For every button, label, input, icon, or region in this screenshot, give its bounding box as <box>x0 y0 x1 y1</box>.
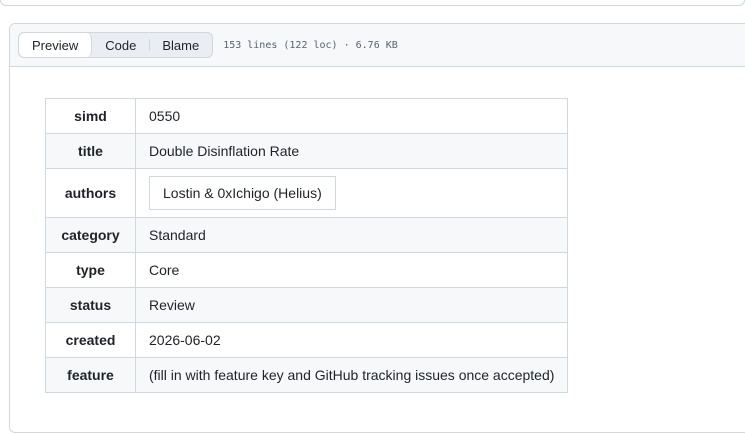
file-viewer: Preview Code Blame 153 lines (122 loc) ·… <box>9 23 745 433</box>
tab-preview[interactable]: Preview <box>19 33 93 57</box>
row-key: status <box>45 287 136 323</box>
row-key: category <box>45 217 136 253</box>
table-row: feature (fill in with feature key and Gi… <box>45 357 569 393</box>
table-row: title Double Disinflation Rate <box>45 133 569 169</box>
row-value: Core <box>134 252 569 288</box>
row-value: Lostin & 0xIchigo (Helius) <box>134 168 569 218</box>
row-value: Standard <box>134 217 569 253</box>
row-value: (fill in with feature key and GitHub tra… <box>134 357 569 393</box>
markdown-body: simd 0550 title Double Disinflation Rate… <box>10 67 745 393</box>
file-header: Preview Code Blame 153 lines (122 loc) ·… <box>10 24 745 67</box>
table-row: category Standard <box>45 217 569 253</box>
row-value: 0550 <box>134 98 569 134</box>
row-key: type <box>45 252 136 288</box>
table-row: authors Lostin & 0xIchigo (Helius) <box>45 168 569 218</box>
tab-blame[interactable]: Blame <box>149 33 212 57</box>
row-value: Review <box>134 287 569 323</box>
authors-value: Lostin & 0xIchigo (Helius) <box>149 176 336 210</box>
row-key: authors <box>45 168 136 218</box>
tab-code[interactable]: Code <box>92 33 149 57</box>
row-key: created <box>45 322 136 358</box>
view-mode-switcher: Preview Code Blame <box>18 32 214 58</box>
metadata-table: simd 0550 title Double Disinflation Rate… <box>45 98 569 393</box>
previous-panel-border <box>0 0 745 6</box>
table-row: type Core <box>45 252 569 288</box>
row-key: feature <box>45 357 136 393</box>
row-value: Double Disinflation Rate <box>134 133 569 169</box>
row-key: title <box>45 133 136 169</box>
file-info: 153 lines (122 loc) · 6.76 KB <box>223 39 398 51</box>
table-row: simd 0550 <box>45 98 569 134</box>
row-value: 2026-06-02 <box>134 322 569 358</box>
table-row: created 2026-06-02 <box>45 322 569 358</box>
row-key: simd <box>45 98 136 134</box>
table-row: status Review <box>45 287 569 323</box>
